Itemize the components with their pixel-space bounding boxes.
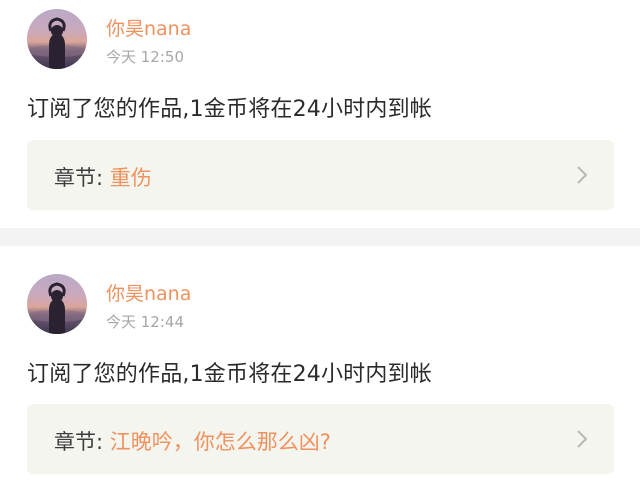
avatar-photo-icon [27,17,87,69]
avatar-photo-icon [27,282,87,334]
timestamp: 今天 12:50 [106,48,184,66]
notification-message: 订阅了您的作品,1金币将在24小时内到帐 [27,97,432,122]
notification-feed: 你昊nana 今天 12:50 订阅了您的作品,1金币将在24小时内到帐 章节:… [0,0,640,503]
chapter-prefix: 章节: [54,166,110,190]
chapter-link[interactable]: 章节: 重伤 [27,140,614,210]
chapter-title: 江晚吟，你怎么那么凶? [109,430,331,454]
chevron-right-icon [577,430,588,448]
chevron-right-icon [577,166,588,184]
user-avatar[interactable] [27,274,87,334]
username[interactable]: 你昊nana [106,14,191,41]
username[interactable]: 你昊nana [106,279,191,306]
chapter-title: 重伤 [109,166,152,190]
notification-card: 你昊nana 今天 12:50 订阅了您的作品,1金币将在24小时内到帐 章节:… [0,0,640,228]
chapter-link[interactable]: 章节: 江晚吟，你怎么那么凶? [27,404,614,474]
notification-card: 你昊nana 今天 12:44 订阅了您的作品,1金币将在24小时内到帐 章节:… [0,246,640,503]
timestamp: 今天 12:44 [106,313,184,331]
chapter-prefix: 章节: [54,430,110,454]
chapter-label: 章节: 重伤 [54,162,152,192]
notification-message: 订阅了您的作品,1金币将在24小时内到帐 [27,362,432,387]
chapter-label: 章节: 江晚吟，你怎么那么凶? [54,426,331,456]
user-avatar[interactable] [27,9,87,69]
